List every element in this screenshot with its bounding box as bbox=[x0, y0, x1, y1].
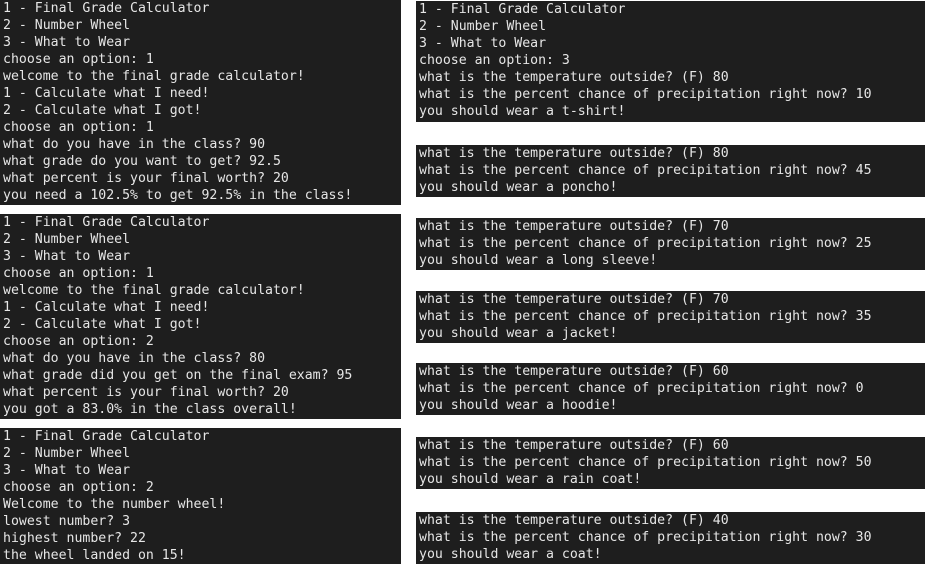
terminal-line: what is the temperature outside? (F) 60 bbox=[419, 438, 729, 453]
terminal-line: you need a 102.5% to get 92.5% in the cl… bbox=[3, 188, 353, 203]
terminal-line: what do you have in the class? 90 bbox=[3, 137, 266, 152]
terminal-line: what is the temperature outside? (F) 80 bbox=[419, 70, 729, 85]
terminal-line: what is the percent chance of precipitat… bbox=[419, 236, 872, 251]
terminal-line: Welcome to the number wheel! bbox=[3, 497, 226, 512]
terminal-wear-coat: what is the temperature outside? (F) 40 w… bbox=[416, 512, 925, 564]
terminal-line: 2 - Number Wheel bbox=[419, 19, 547, 34]
terminal-line: 2 - Number Wheel bbox=[3, 232, 131, 247]
terminal-line: you should wear a hoodie! bbox=[419, 398, 618, 413]
terminal-line: what is the temperature outside? (F) 80 bbox=[419, 146, 729, 161]
terminal-line: what percent is your final worth? 20 bbox=[3, 385, 289, 400]
terminal-line: what do you have in the class? 80 bbox=[3, 351, 266, 366]
terminal-line: highest number? 22 bbox=[3, 531, 146, 546]
terminal-line: welcome to the final grade calculator! bbox=[3, 283, 305, 298]
terminal-line: lowest number? 3 bbox=[3, 514, 131, 529]
terminal-number-wheel: 1 - Final Grade Calculator 2 - Number Whe… bbox=[0, 428, 401, 564]
terminal-line: 1 - Final Grade Calculator bbox=[3, 215, 210, 230]
terminal-line: you should wear a long sleeve! bbox=[419, 253, 658, 268]
terminal-line: 2 - Number Wheel bbox=[3, 446, 131, 461]
terminal-line: what is the temperature outside? (F) 60 bbox=[419, 364, 729, 379]
terminal-line: the wheel landed on 15! bbox=[3, 548, 186, 563]
terminal-line: what grade did you get on the final exam… bbox=[3, 368, 353, 383]
terminal-line: 1 - Final Grade Calculator bbox=[419, 2, 626, 17]
terminal-line: 3 - What to Wear bbox=[419, 36, 547, 51]
terminal-line: 2 - Calculate what I got! bbox=[3, 317, 202, 332]
terminal-line: choose an option: 3 bbox=[419, 53, 570, 68]
terminal-line: what percent is your final worth? 20 bbox=[3, 171, 289, 186]
terminal-grade-need: 1 - Final Grade Calculator 2 - Number Whe… bbox=[0, 0, 401, 205]
terminal-wear-hoodie: what is the temperature outside? (F) 60 w… bbox=[416, 363, 925, 415]
terminal-line: choose an option: 1 bbox=[3, 52, 154, 67]
terminal-wear-long-sleeve: what is the temperature outside? (F) 70 w… bbox=[416, 218, 925, 270]
terminal-line: choose an option: 1 bbox=[3, 266, 154, 281]
terminal-line: 3 - What to Wear bbox=[3, 463, 131, 478]
terminal-line: you should wear a jacket! bbox=[419, 326, 618, 341]
terminal-line: welcome to the final grade calculator! bbox=[3, 69, 305, 84]
terminal-line: what is the percent chance of precipitat… bbox=[419, 309, 872, 324]
terminal-wear-rain-coat: what is the temperature outside? (F) 60 w… bbox=[416, 437, 925, 489]
terminal-line: you should wear a poncho! bbox=[419, 180, 618, 195]
terminal-line: 2 - Calculate what I got! bbox=[3, 103, 202, 118]
screenshot-collage: 1 - Final Grade Calculator 2 - Number Whe… bbox=[0, 0, 925, 564]
terminal-line: what is the percent chance of precipitat… bbox=[419, 163, 872, 178]
terminal-grade-got: 1 - Final Grade Calculator 2 - Number Whe… bbox=[0, 214, 401, 419]
terminal-line: choose an option: 2 bbox=[3, 480, 154, 495]
terminal-line: 1 - Final Grade Calculator bbox=[3, 1, 210, 16]
terminal-line: what is the percent chance of precipitat… bbox=[419, 381, 864, 396]
terminal-line: you should wear a rain coat! bbox=[419, 472, 642, 487]
terminal-line: choose an option: 2 bbox=[3, 334, 154, 349]
terminal-wear-jacket: what is the temperature outside? (F) 70 w… bbox=[416, 291, 925, 343]
terminal-wear-tshirt: 1 - Final Grade Calculator 2 - Number Whe… bbox=[416, 1, 925, 122]
terminal-line: what is the percent chance of precipitat… bbox=[419, 87, 872, 102]
terminal-line: 2 - Number Wheel bbox=[3, 18, 131, 33]
terminal-line: 1 - Calculate what I need! bbox=[3, 86, 210, 101]
terminal-line: 1 - Final Grade Calculator bbox=[3, 429, 210, 444]
terminal-line: what is the percent chance of precipitat… bbox=[419, 530, 872, 545]
terminal-line: you should wear a coat! bbox=[419, 547, 602, 562]
terminal-line: 1 - Calculate what I need! bbox=[3, 300, 210, 315]
terminal-line: what is the percent chance of precipitat… bbox=[419, 455, 872, 470]
terminal-line: what is the temperature outside? (F) 40 bbox=[419, 513, 729, 528]
terminal-line: you should wear a t-shirt! bbox=[419, 104, 626, 119]
terminal-wear-poncho: what is the temperature outside? (F) 80 w… bbox=[416, 145, 925, 197]
terminal-line: what grade do you want to get? 92.5 bbox=[3, 154, 281, 169]
terminal-line: what is the temperature outside? (F) 70 bbox=[419, 292, 729, 307]
terminal-line: you got a 83.0% in the class overall! bbox=[3, 402, 297, 417]
terminal-line: 3 - What to Wear bbox=[3, 249, 131, 264]
terminal-line: what is the temperature outside? (F) 70 bbox=[419, 219, 729, 234]
terminal-line: 3 - What to Wear bbox=[3, 35, 131, 50]
terminal-line: choose an option: 1 bbox=[3, 120, 154, 135]
